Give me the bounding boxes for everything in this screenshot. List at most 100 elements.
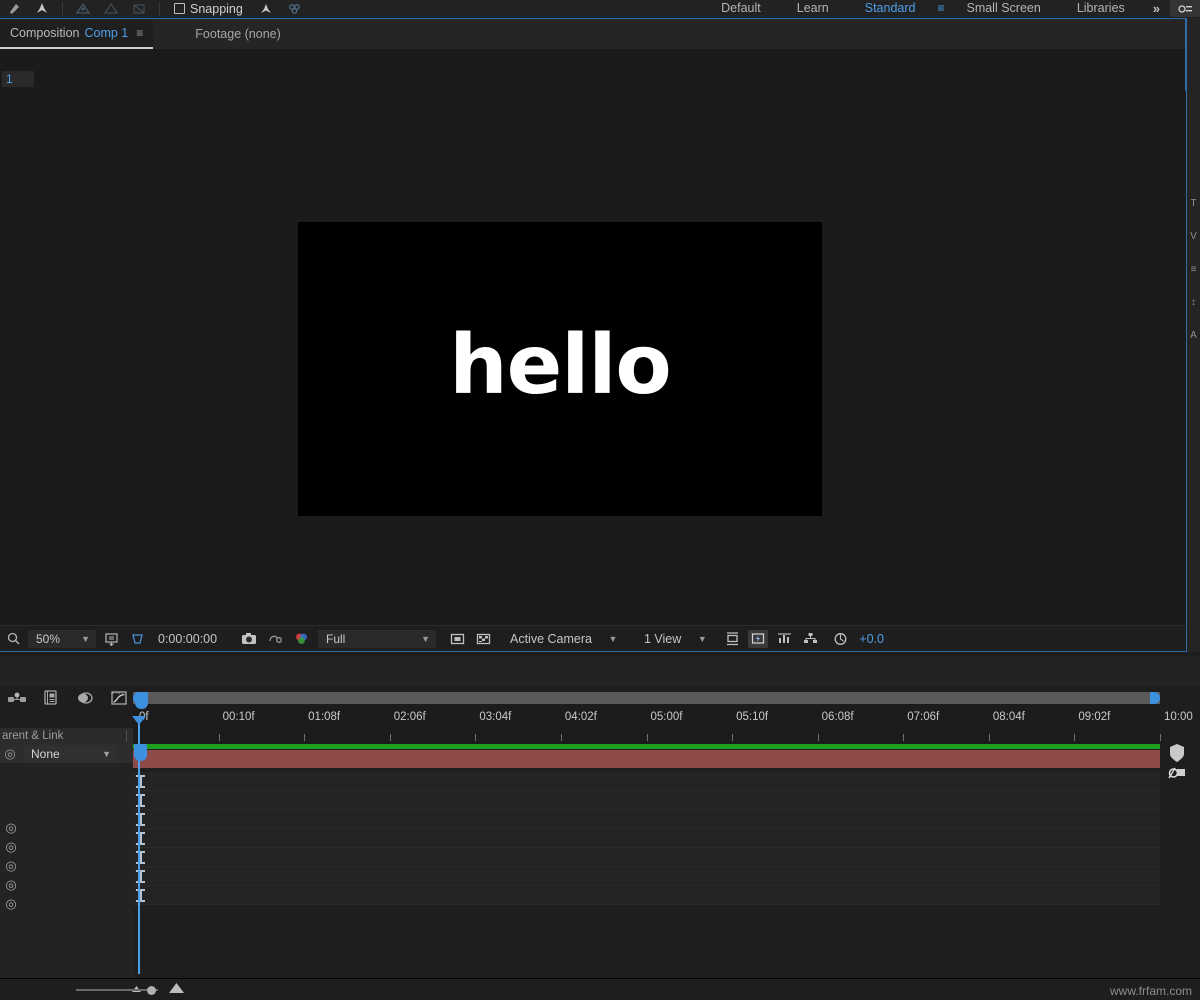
grid-guides-icon[interactable] [281, 0, 309, 17]
brush-tool-icon[interactable] [28, 0, 56, 17]
toolbar-divider-2 [159, 2, 160, 15]
toggle-transparency-grid-icon[interactable] [470, 632, 496, 646]
workspace-overflow-icon[interactable]: » [1143, 0, 1170, 17]
vertical-type-glyph-icon[interactable]: V [1190, 231, 1197, 242]
track-row[interactable] [133, 848, 1160, 866]
exposure-value[interactable]: +0.0 [853, 626, 884, 652]
workspace-settings-icon[interactable] [1170, 0, 1200, 17]
track-row[interactable] [133, 829, 1160, 847]
comp-tab-menu-icon[interactable]: ≡ [136, 26, 143, 40]
text-tool-glyph-icon[interactable]: T [1190, 198, 1196, 209]
camera-chevron-icon[interactable]: ▼ [600, 634, 626, 644]
stopwatch-icon-4[interactable]: ◎ [0, 877, 22, 893]
timeline-horizontal-scrollbar[interactable] [133, 692, 1160, 704]
snapping-toggle[interactable]: Snapping [174, 2, 243, 16]
timeline-icon[interactable] [771, 632, 797, 645]
pen-tool-icon[interactable] [0, 0, 28, 17]
playhead-scroll-knob[interactable] [135, 692, 148, 709]
layer-row-parent[interactable]: ◎ None ▼ [0, 744, 133, 763]
puppet-overlap-icon[interactable] [125, 0, 153, 17]
comp-flowchart-icon[interactable] [797, 632, 823, 645]
stopwatch-icon-1[interactable]: ◎ [0, 820, 22, 836]
fit-to-comp-icon[interactable] [98, 632, 124, 646]
timeline-ruler[interactable]: 0f 00:10f 01:08f 02:06f 03:04f 04:02f 05:00f 05… [133, 692, 1193, 744]
stopwatch-icon-5[interactable]: ◎ [0, 896, 22, 912]
active-camera-value[interactable]: Active Camera [502, 626, 600, 652]
property-row-2[interactable]: ◎ [0, 837, 133, 856]
snapping-checkbox[interactable] [174, 3, 185, 14]
magnify-icon[interactable] [0, 632, 26, 645]
composition-frame[interactable]: hello [298, 222, 822, 516]
puppet-pin-icon[interactable] [69, 0, 97, 17]
scrollbar-right-handle[interactable] [1150, 692, 1160, 704]
rotobrush-icon[interactable] [253, 0, 281, 17]
font-size-icon[interactable]: A [1190, 330, 1197, 341]
comp-tab-prefix: Composition [10, 26, 80, 40]
playhead-head-icon[interactable] [132, 716, 146, 725]
ruler-label: 02:06f [393, 711, 426, 723]
workspace-tab-libraries[interactable]: Libraries [1059, 0, 1143, 17]
zoom-slider-track[interactable] [76, 989, 158, 991]
region-composition-icon[interactable] [719, 631, 745, 646]
frame-number-field[interactable]: 1 [2, 71, 34, 87]
track-row[interactable] [133, 886, 1160, 904]
zoom-level-select[interactable]: 50% ▼ [28, 629, 96, 648]
region-of-interest-icon[interactable] [124, 632, 150, 646]
track-row[interactable] [133, 810, 1160, 828]
hide-shy-layers-icon[interactable] [68, 685, 102, 711]
layer-duration-bar[interactable] [133, 750, 1160, 768]
ruler-tick [903, 734, 905, 741]
timeline-track-area[interactable] [133, 744, 1160, 974]
parent-pickwhip-icon[interactable]: ◎ [0, 746, 20, 762]
property-row-4[interactable]: ◎ [0, 875, 133, 894]
graph-editor-icon[interactable] [102, 685, 136, 711]
zoom-in-icon[interactable] [168, 982, 185, 998]
ruler-label: 06:08f [821, 711, 854, 723]
tab-composition-comp1[interactable]: Composition Comp 1 ≡ [0, 19, 154, 49]
track-row[interactable] [133, 791, 1160, 809]
after-effects-window: Snapping Default Learn Standard ≡ Small … [0, 0, 1200, 1000]
stopwatch-icon-2[interactable]: ◎ [0, 839, 22, 855]
zoom-slider-handle[interactable] [147, 985, 156, 995]
views-value[interactable]: 1 View [636, 626, 689, 652]
leading-icon[interactable]: ↕ [1191, 297, 1196, 308]
hello-text-layer[interactable]: hello [298, 222, 822, 516]
work-area-bar[interactable] [133, 744, 1160, 749]
playhead-track-knob[interactable] [134, 744, 147, 761]
composition-toolbar: 50% ▼ 0:00:00:00 Full ▼ Active Camera ▼ … [0, 625, 1186, 651]
resolution-select[interactable]: Full ▼ [318, 629, 436, 648]
track-row[interactable] [133, 867, 1160, 885]
shield-motion-blur-icon[interactable] [1168, 743, 1186, 766]
draft-3d-icon[interactable] [34, 685, 68, 711]
show-channel-icon[interactable] [288, 632, 314, 646]
composition-viewer[interactable]: hello [0, 91, 1186, 626]
track-row[interactable] [133, 772, 1160, 790]
workspace-tab-standard[interactable]: Standard [847, 0, 934, 17]
composition-mini-flowchart-icon[interactable] [0, 685, 34, 711]
stopwatch-icon-3[interactable]: ◎ [0, 858, 22, 874]
timeline-zoom-slider[interactable] [76, 982, 185, 998]
column-divider [126, 730, 127, 742]
switches-modes-icon[interactable] [1167, 764, 1187, 785]
fast-previews-icon[interactable] [748, 629, 769, 648]
timeline-header [0, 656, 1200, 686]
camera-snapshot-icon[interactable] [236, 632, 262, 645]
current-time-display[interactable]: 0:00:00:00 [150, 626, 236, 652]
puppet-starch-icon[interactable] [97, 0, 125, 17]
toggle-mask-icon[interactable] [444, 632, 470, 646]
ruler-tick [732, 734, 734, 741]
tab-footage[interactable]: Footage (none) [185, 19, 290, 49]
workspace-menu-icon[interactable]: ≡ [933, 0, 948, 17]
workspace-tab-small-screen[interactable]: Small Screen [948, 0, 1058, 17]
views-chevron-icon[interactable]: ▼ [689, 634, 715, 644]
workspace-tab-default[interactable]: Default [703, 0, 779, 17]
workspace-tab-learn[interactable]: Learn [779, 0, 847, 17]
property-row-3[interactable]: ◎ [0, 856, 133, 875]
show-snapshot-icon[interactable] [262, 632, 288, 645]
parent-select[interactable]: None ▼ [24, 745, 116, 762]
paragraph-align-icon[interactable]: ≡ [1191, 264, 1197, 275]
property-row-5[interactable]: ◎ [0, 894, 133, 913]
composition-tab-bar: Composition Comp 1 ≡ Footage (none) [0, 19, 1185, 49]
reset-exposure-icon[interactable] [827, 632, 853, 646]
property-row-1[interactable]: ◎ [0, 818, 133, 837]
